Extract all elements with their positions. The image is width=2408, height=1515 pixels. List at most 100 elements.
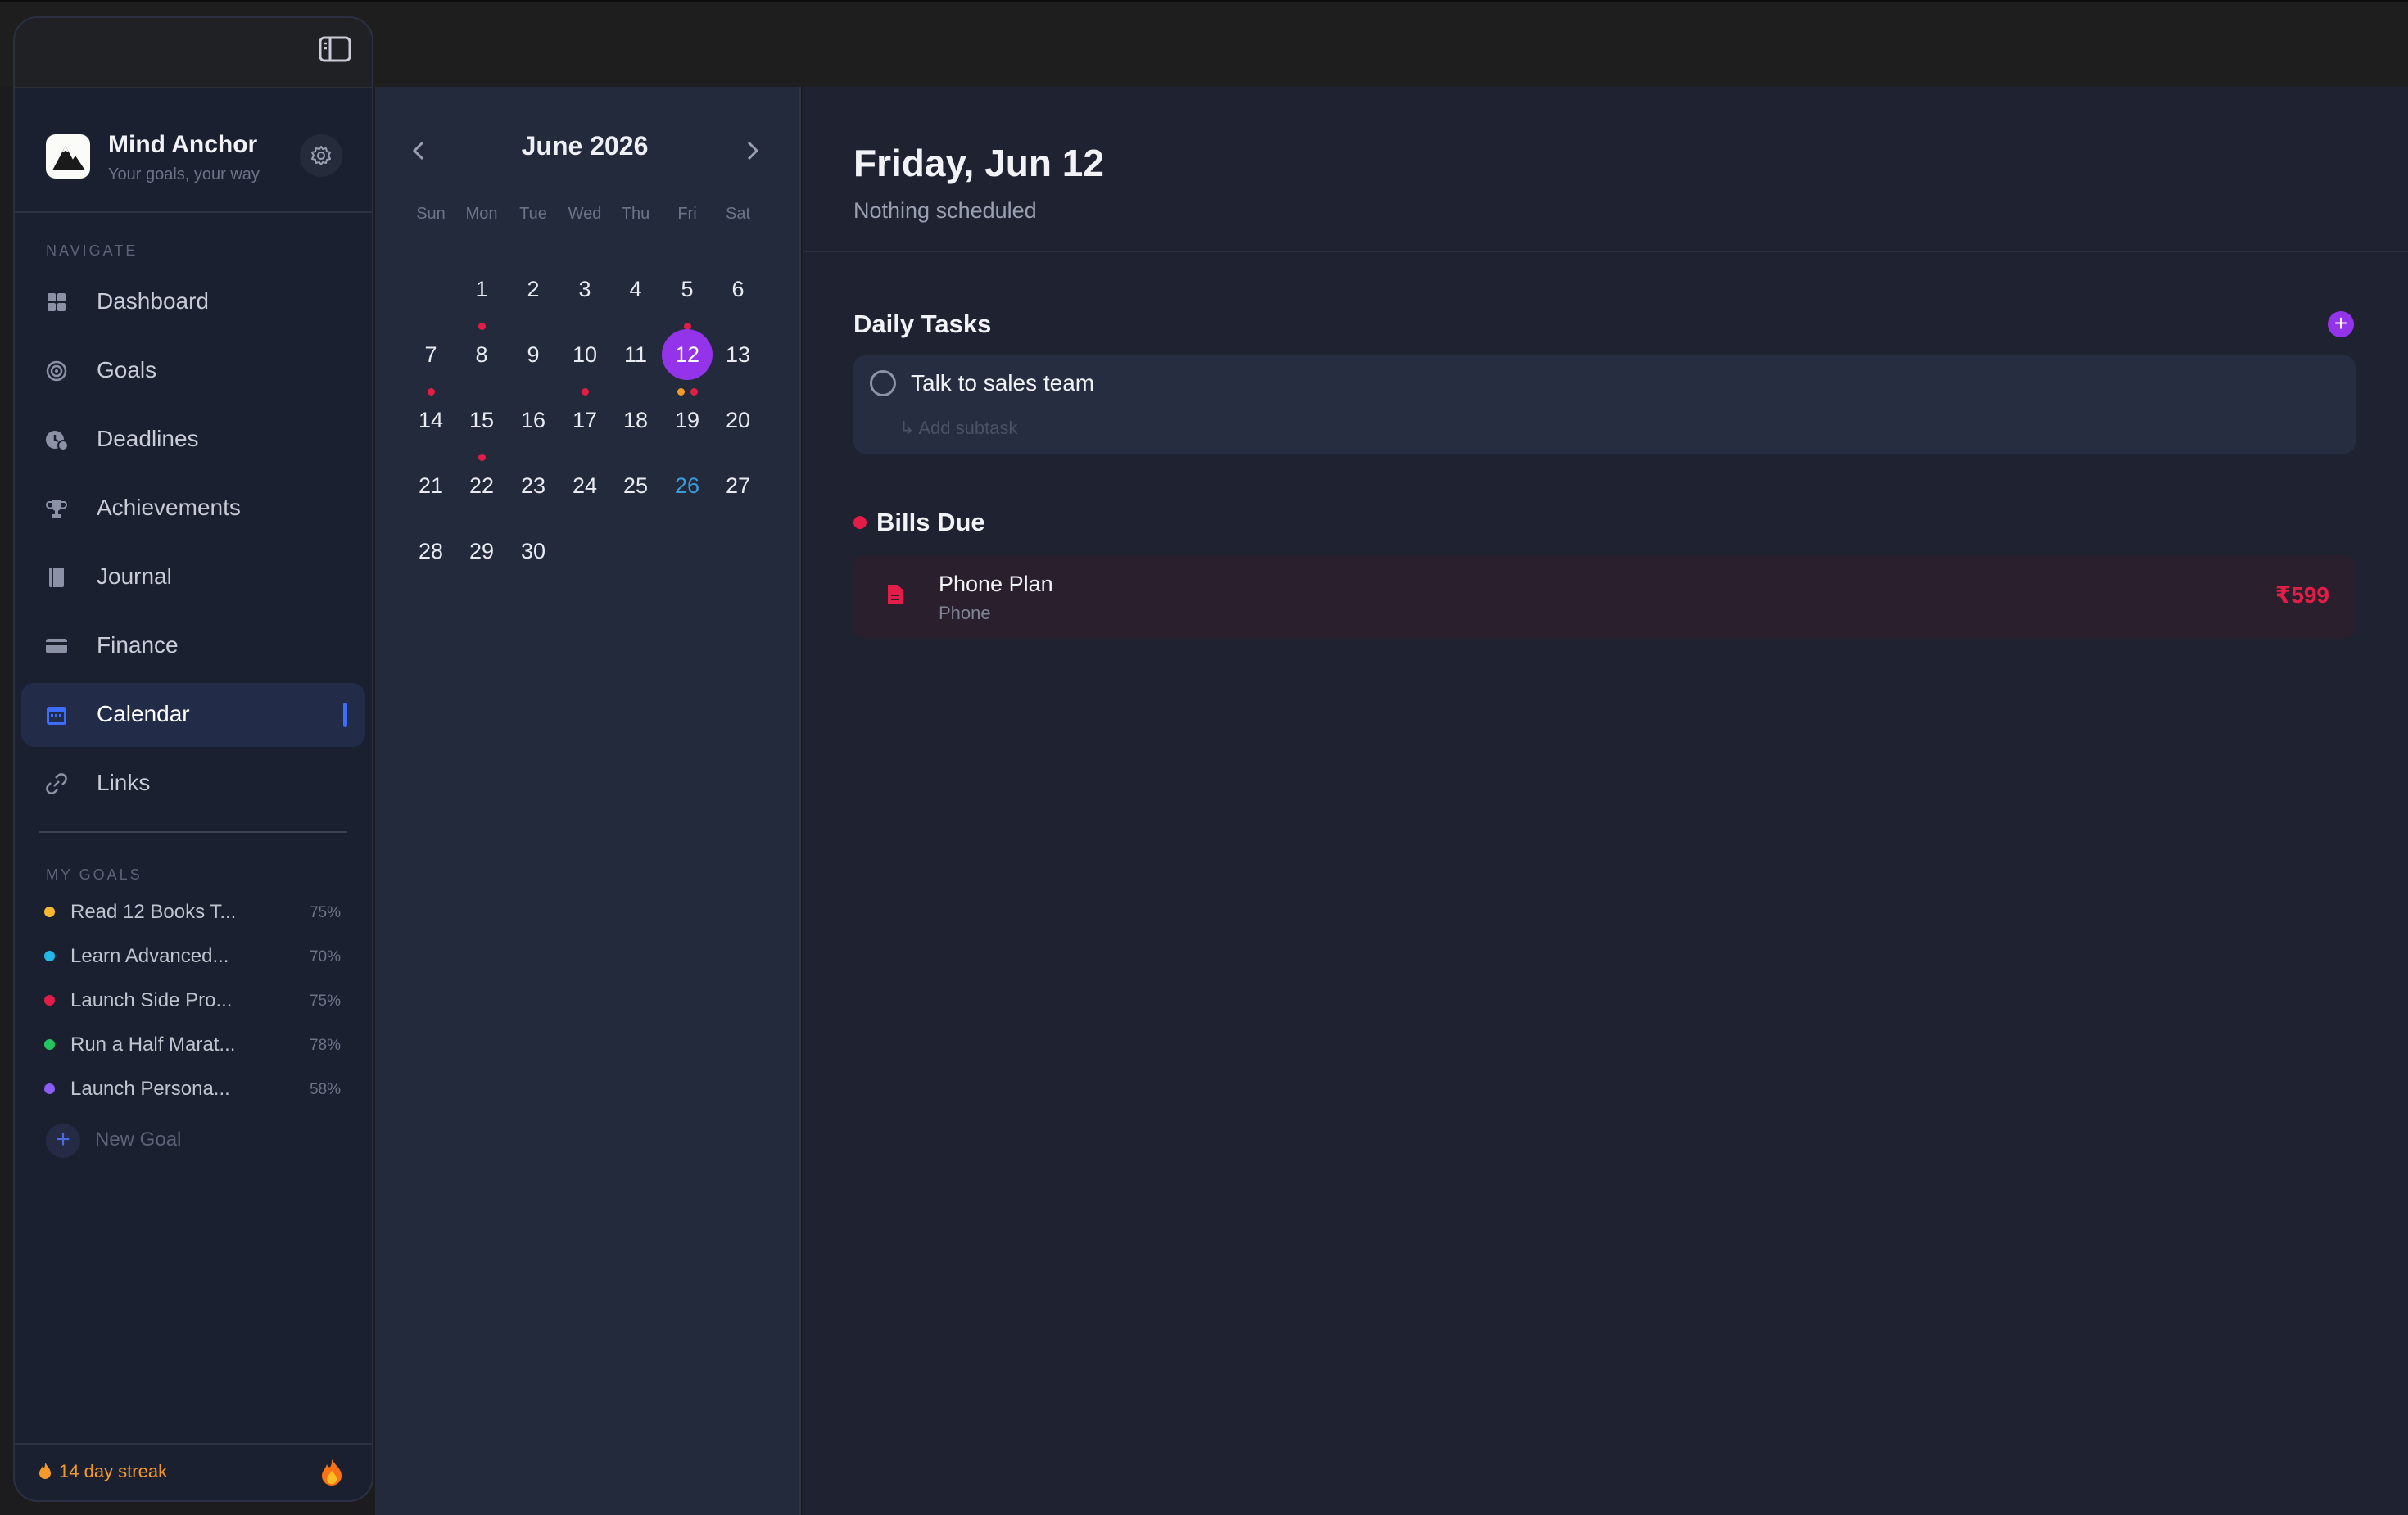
- task-card: Talk to sales team ↳ Add subtask: [853, 355, 2356, 454]
- bill-name: Phone Plan: [939, 572, 1053, 596]
- sidebar-item-label: Links: [97, 770, 151, 795]
- goal-color-dot: [44, 907, 55, 917]
- calendar-panel: June 2026 Sun Mon Tue Wed Thu Fri Sat 1 2 3 4 5 6 7 8 9…: [375, 87, 801, 1515]
- goal-progress: 70%: [309, 948, 341, 966]
- calendar-day[interactable]: 25: [610, 460, 661, 511]
- bill-amount: ₹599: [2274, 582, 2329, 608]
- calendar-day[interactable]: 20: [713, 395, 763, 445]
- weekday-label: Thu: [621, 205, 650, 223]
- brand-header: Mind Anchor Your goals, your way: [29, 115, 357, 197]
- calendar-day[interactable]: 15: [456, 395, 507, 445]
- calendar-day[interactable]: 9: [508, 329, 559, 380]
- sidebar-header: [15, 18, 372, 88]
- goal-progress: 75%: [309, 993, 341, 1010]
- bill-card[interactable]: Phone Plan Phone ₹599: [853, 555, 2356, 639]
- calendar-day[interactable]: 28: [405, 526, 456, 577]
- sidebar-item-calendar[interactable]: Calendar: [21, 683, 365, 747]
- calendar-day[interactable]: 14: [405, 395, 456, 445]
- calendar-day[interactable]: 8: [456, 329, 507, 380]
- bills-due-heading: Bills Due: [876, 508, 985, 536]
- calendar-day[interactable]: 7: [405, 329, 456, 380]
- clock-alert-icon: [46, 431, 69, 451]
- goal-item[interactable]: Read 12 Books T... 75%: [39, 896, 351, 929]
- add-subtask-label: Add subtask: [918, 418, 1018, 438]
- calendar-day[interactable]: 6: [713, 264, 763, 314]
- settings-button[interactable]: [300, 134, 342, 177]
- target-icon: [46, 360, 67, 382]
- goal-label: Read 12 Books T...: [70, 901, 237, 923]
- page-title: Friday, Jun 12: [853, 142, 1104, 184]
- flame-icon: [322, 1459, 342, 1486]
- nav-section-label: NAVIGATE: [46, 242, 138, 259]
- calendar-day[interactable]: 29: [456, 526, 507, 577]
- app-name: Mind Anchor: [108, 131, 258, 158]
- task-label[interactable]: Talk to sales team: [911, 370, 1094, 396]
- gear-icon: [311, 146, 331, 165]
- active-indicator: [343, 703, 347, 727]
- calendar-day[interactable]: 23: [508, 460, 559, 511]
- calendar-day[interactable]: 11: [610, 329, 661, 380]
- goal-color-dot: [44, 995, 55, 1006]
- calendar-day-selected[interactable]: 12: [662, 329, 713, 380]
- new-goal-label: New Goal: [95, 1128, 182, 1151]
- sidebar-toggle-icon[interactable]: [318, 34, 352, 64]
- weekday-label: Fri: [677, 205, 697, 223]
- small-flame-icon: [39, 1463, 51, 1479]
- calendar-day[interactable]: 4: [610, 264, 661, 314]
- new-goal-button[interactable]: + New Goal: [46, 1122, 292, 1158]
- calendar-day[interactable]: 16: [508, 395, 559, 445]
- task-checkbox[interactable]: [870, 370, 896, 396]
- book-icon: [49, 568, 64, 587]
- calendar-day[interactable]: 17: [559, 395, 610, 445]
- calendar-day[interactable]: 19: [662, 395, 713, 445]
- calendar-day[interactable]: 13: [713, 329, 763, 380]
- sidebar-item-achievements[interactable]: Achievements: [21, 477, 365, 540]
- calendar-day[interactable]: 18: [610, 395, 661, 445]
- sidebar-divider: [13, 211, 373, 213]
- sidebar-divider: [39, 831, 347, 833]
- calendar-day[interactable]: 10: [559, 329, 610, 380]
- calendar-day[interactable]: 2: [508, 264, 559, 314]
- calendar-day[interactable]: 21: [405, 460, 456, 511]
- goal-color-dot: [44, 1083, 55, 1094]
- day-detail: Friday, Jun 12 Nothing scheduled Daily T…: [803, 87, 2408, 1515]
- goal-label: Learn Advanced...: [70, 945, 229, 967]
- calendar-day[interactable]: 3: [559, 264, 610, 314]
- goal-item[interactable]: Run a Half Marat... 78%: [39, 1029, 351, 1061]
- calendar-day[interactable]: 27: [713, 460, 763, 511]
- calendar-day[interactable]: 1: [456, 264, 507, 314]
- sidebar-item-journal[interactable]: Journal: [21, 545, 365, 609]
- card-icon: [46, 639, 67, 653]
- link-icon: [46, 773, 67, 794]
- calendar-day[interactable]: 22: [456, 460, 507, 511]
- calendar-icon: [47, 707, 66, 725]
- next-month-button[interactable]: [736, 134, 768, 167]
- calendar-day[interactable]: 24: [559, 460, 610, 511]
- goal-progress: 75%: [309, 904, 341, 921]
- calendar-day[interactable]: 5: [662, 264, 713, 314]
- sidebar-item-finance[interactable]: Finance: [21, 614, 365, 678]
- goal-item[interactable]: Learn Advanced... 70%: [39, 940, 351, 973]
- goal-item[interactable]: Launch Side Pro... 75%: [39, 984, 351, 1017]
- sidebar-item-dashboard[interactable]: Dashboard: [21, 270, 365, 334]
- weekday-label: Mon: [465, 205, 498, 223]
- sidebar-item-links[interactable]: Links: [21, 752, 365, 816]
- add-task-button[interactable]: +: [2328, 311, 2354, 337]
- sidebar-item-deadlines[interactable]: Deadlines: [21, 408, 365, 472]
- sidebar-item-label: Finance: [97, 632, 179, 658]
- plus-icon: +: [46, 1124, 80, 1158]
- sidebar-item-goals[interactable]: Goals: [21, 339, 365, 403]
- app-logo: [46, 134, 90, 179]
- grid-icon: [48, 293, 66, 311]
- add-subtask-button[interactable]: ↳ Add subtask: [899, 418, 1017, 439]
- goal-label: Launch Persona...: [70, 1078, 230, 1100]
- goal-color-dot: [44, 1039, 55, 1050]
- weekday-label: Sat: [725, 205, 751, 223]
- calendar-day[interactable]: 26: [662, 460, 713, 511]
- goal-item[interactable]: Launch Persona... 58%: [39, 1073, 351, 1106]
- subtask-arrow-icon: ↳: [899, 418, 915, 438]
- sidebar-item-label: Achievements: [97, 495, 241, 520]
- weekday-label: Tue: [519, 205, 547, 223]
- calendar-day[interactable]: 30: [508, 526, 559, 577]
- document-icon: [888, 585, 903, 604]
